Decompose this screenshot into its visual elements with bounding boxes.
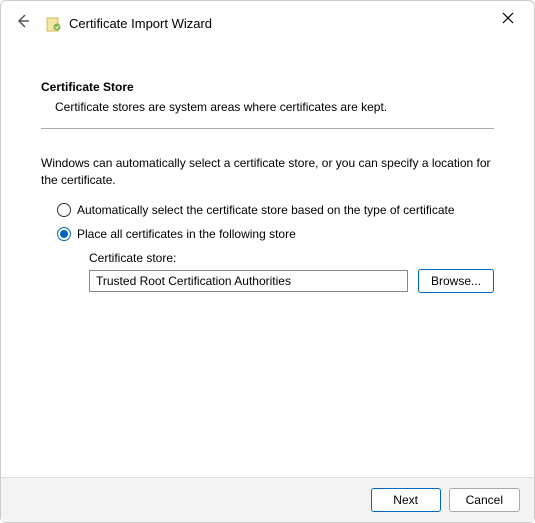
browse-button[interactable]: Browse... bbox=[418, 269, 494, 293]
titlebar: Certificate Import Wizard bbox=[1, 1, 534, 40]
radio-place-label: Place all certificates in the following … bbox=[77, 227, 296, 241]
section-subtext: Certificate stores are system areas wher… bbox=[41, 100, 494, 114]
radio-place-all[interactable]: Place all certificates in the following … bbox=[57, 227, 494, 241]
certificate-store-input[interactable] bbox=[89, 270, 408, 292]
content-area: Certificate Store Certificate stores are… bbox=[1, 40, 534, 293]
radio-auto-label: Automatically select the certificate sto… bbox=[77, 203, 455, 217]
window-title: Certificate Import Wizard bbox=[69, 16, 212, 31]
certificate-wizard-icon bbox=[45, 15, 63, 33]
cancel-button[interactable]: Cancel bbox=[449, 488, 520, 512]
store-block: Certificate store: Browse... bbox=[57, 251, 494, 293]
radio-icon-selected bbox=[57, 227, 71, 241]
separator bbox=[41, 128, 494, 129]
store-row: Browse... bbox=[89, 269, 494, 293]
radio-group: Automatically select the certificate sto… bbox=[41, 203, 494, 293]
intro-text: Windows can automatically select a certi… bbox=[41, 155, 494, 189]
footer: Next Cancel bbox=[1, 477, 534, 522]
next-button[interactable]: Next bbox=[371, 488, 441, 512]
back-icon[interactable] bbox=[15, 13, 31, 34]
radio-icon bbox=[57, 203, 71, 217]
store-label: Certificate store: bbox=[89, 251, 494, 265]
radio-auto-select[interactable]: Automatically select the certificate sto… bbox=[57, 203, 494, 217]
section-heading: Certificate Store bbox=[41, 80, 494, 94]
close-button[interactable] bbox=[494, 7, 522, 32]
